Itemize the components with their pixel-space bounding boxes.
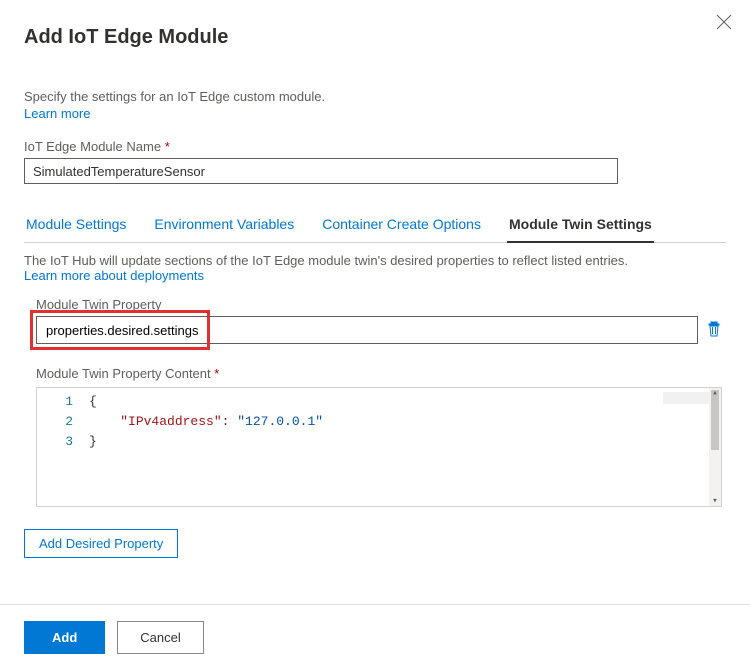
twin-content-label: Module Twin Property Content * (36, 366, 722, 381)
twin-property-input[interactable] (36, 316, 698, 344)
add-desired-property-button[interactable]: Add Desired Property (24, 529, 178, 558)
cancel-button[interactable]: Cancel (117, 621, 203, 654)
tab-bar: Module Settings Environment Variables Co… (24, 208, 726, 243)
add-button[interactable]: Add (24, 621, 105, 654)
footer: Add Cancel (0, 604, 750, 670)
twin-content-editor[interactable]: 1 2 3 { "IPv4address": "127.0.0.1" } ▴ ▾ (36, 387, 722, 507)
close-icon[interactable] (716, 14, 732, 30)
subtitle: Specify the settings for an IoT Edge cus… (24, 89, 726, 104)
editor-code[interactable]: { "IPv4address": "127.0.0.1" } (89, 388, 721, 506)
delete-icon[interactable] (706, 321, 722, 340)
twin-property-label: Module Twin Property (36, 297, 722, 312)
tab-module-twin-settings[interactable]: Module Twin Settings (507, 208, 654, 242)
page-title: Add IoT Edge Module (24, 26, 726, 49)
tab-module-settings[interactable]: Module Settings (24, 208, 128, 242)
learn-more-deployments-link[interactable]: Learn more about deployments (24, 268, 726, 283)
module-name-label: IoT Edge Module Name * (24, 139, 726, 154)
tab-container-create-options[interactable]: Container Create Options (320, 208, 483, 242)
editor-gutter: 1 2 3 (37, 388, 89, 506)
twin-help-text: The IoT Hub will update sections of the … (24, 253, 726, 268)
tab-environment-variables[interactable]: Environment Variables (152, 208, 296, 242)
module-name-input[interactable] (24, 158, 618, 184)
learn-more-link[interactable]: Learn more (24, 106, 726, 121)
editor-scrollbar[interactable]: ▴ ▾ (709, 388, 721, 506)
